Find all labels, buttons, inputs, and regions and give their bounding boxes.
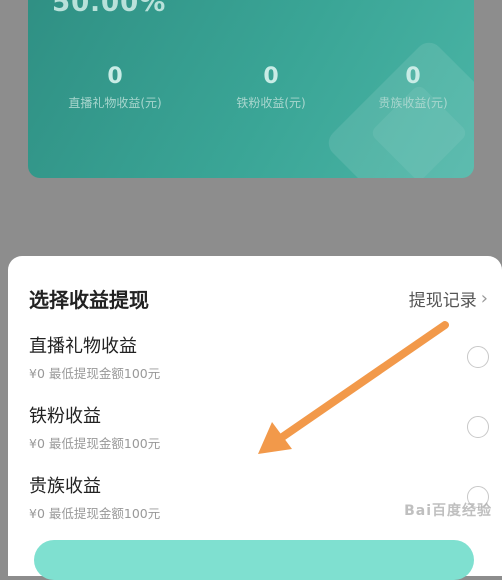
stat-value: 0 bbox=[107, 64, 123, 89]
stat-label: 直播礼物收益(元) bbox=[68, 96, 162, 110]
stat-noble: 0 贵族收益(元) bbox=[338, 64, 474, 111]
confirm-withdraw-button[interactable] bbox=[34, 540, 474, 580]
option-fan[interactable]: 铁粉收益 ¥0 最低提现金额100元 bbox=[29, 402, 489, 458]
option-name: 直播礼物收益 bbox=[29, 336, 137, 357]
share-rate: 50.00% bbox=[52, 0, 167, 18]
withdraw-history-link[interactable]: 提现记录 › bbox=[409, 286, 488, 311]
stat-live-gift: 0 直播礼物收益(元) bbox=[40, 64, 190, 111]
option-detail: ¥0 最低提现金额100元 bbox=[29, 366, 161, 381]
option-live-gift[interactable]: 直播礼物收益 ¥0 最低提现金额100元 bbox=[29, 332, 489, 388]
option-name: 贵族收益 bbox=[29, 476, 101, 497]
sheet-title: 选择收益提现 bbox=[29, 288, 149, 312]
option-name: 铁粉收益 bbox=[29, 406, 101, 427]
stat-value: 0 bbox=[263, 64, 279, 89]
radio-button[interactable] bbox=[467, 416, 489, 438]
stat-label: 铁粉收益(元) bbox=[236, 96, 306, 110]
stat-fan: 0 铁粉收益(元) bbox=[196, 64, 346, 111]
withdraw-history-label: 提现记录 bbox=[408, 291, 477, 311]
watermark: Bai百度经验 bbox=[404, 503, 492, 519]
stat-value: 0 bbox=[405, 64, 421, 89]
option-detail: ¥0 最低提现金额100元 bbox=[29, 436, 161, 451]
radio-button[interactable] bbox=[467, 346, 489, 368]
stat-label: 贵族收益(元) bbox=[378, 96, 448, 110]
withdraw-sheet: 选择收益提现 提现记录 › 直播礼物收益 ¥0 最低提现金额100元 铁粉收益 … bbox=[8, 256, 502, 576]
chevron-right-icon: › bbox=[480, 288, 488, 309]
earnings-card: 50.00% 0 直播礼物收益(元) 0 铁粉收益(元) 0 贵族收益(元) bbox=[28, 0, 474, 178]
